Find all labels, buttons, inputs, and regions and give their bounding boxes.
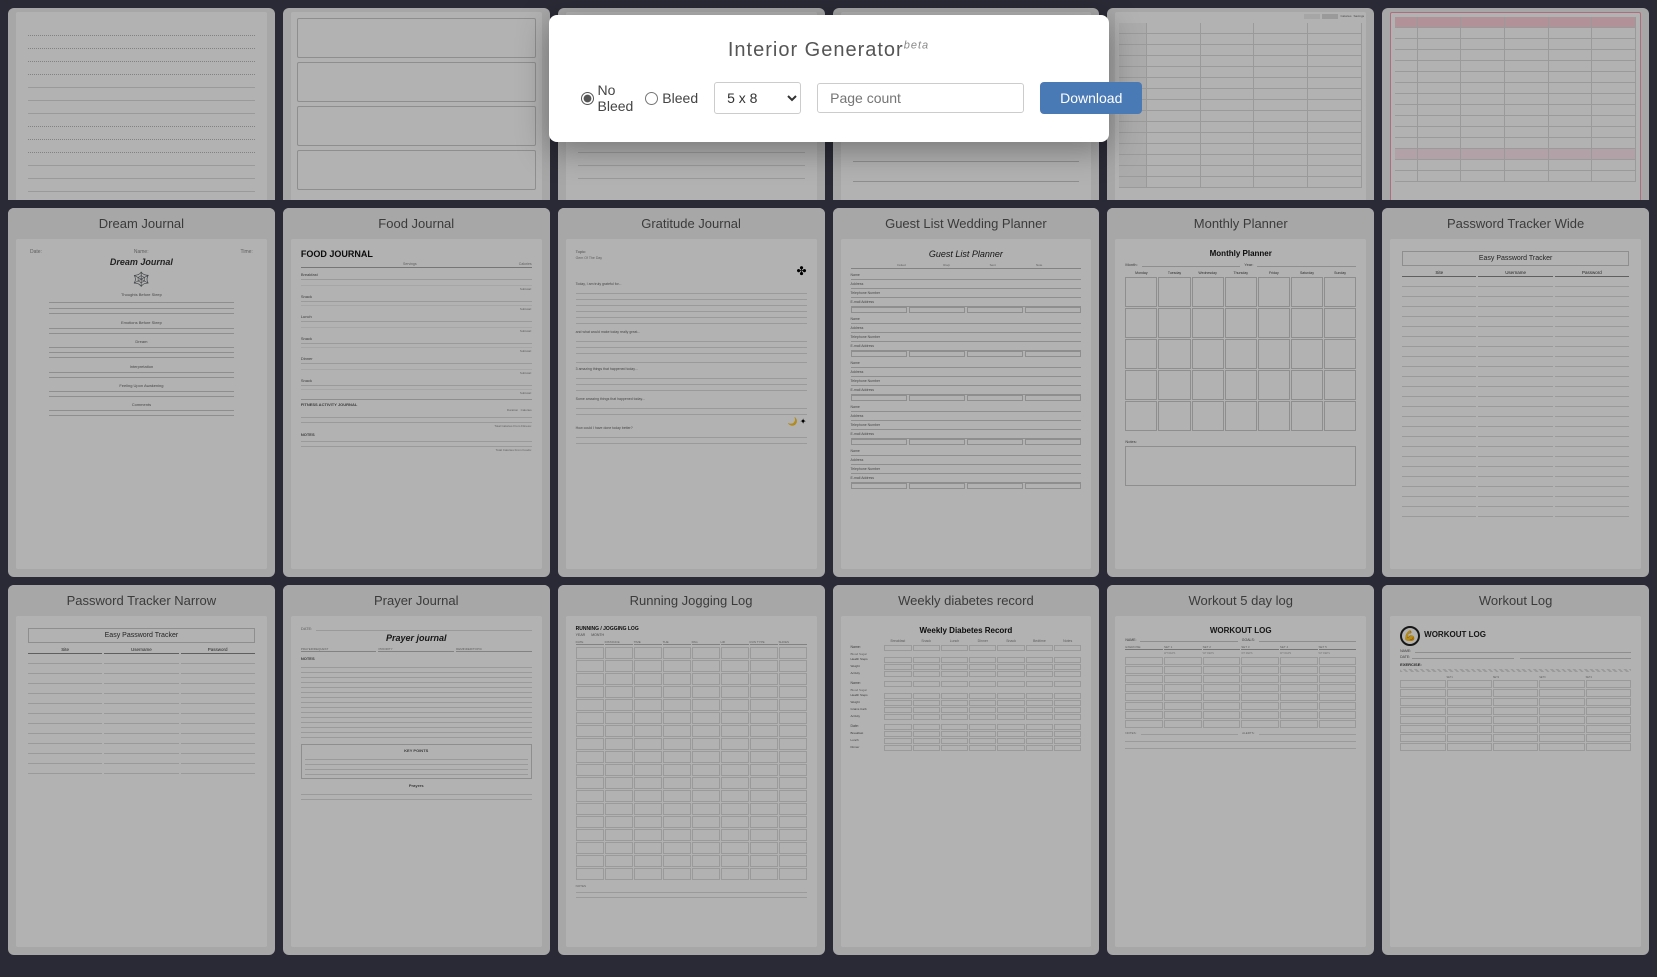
bleed-radio-label[interactable]: Bleed — [645, 90, 698, 106]
page-count-input[interactable] — [817, 83, 1024, 113]
no-bleed-label: No Bleed — [598, 82, 634, 114]
modal-overlay: Interior Generatorbeta No Bleed Bleed 5 … — [0, 0, 1657, 977]
modal-controls: No Bleed Bleed 5 x 8 6 x 9 8.5 x 11 Down… — [581, 82, 1077, 114]
bleed-radio[interactable] — [645, 92, 658, 105]
no-bleed-radio[interactable] — [581, 92, 594, 105]
size-select[interactable]: 5 x 8 6 x 9 8.5 x 11 — [714, 82, 801, 114]
modal-title: Interior Generatorbeta — [581, 39, 1077, 62]
no-bleed-radio-label[interactable]: No Bleed — [581, 82, 634, 114]
radio-group-bleed: No Bleed Bleed — [581, 82, 699, 114]
download-button[interactable]: Download — [1040, 82, 1142, 114]
beta-label: beta — [904, 39, 929, 51]
bleed-label: Bleed — [662, 90, 698, 106]
interior-generator-modal: Interior Generatorbeta No Bleed Bleed 5 … — [549, 15, 1109, 142]
